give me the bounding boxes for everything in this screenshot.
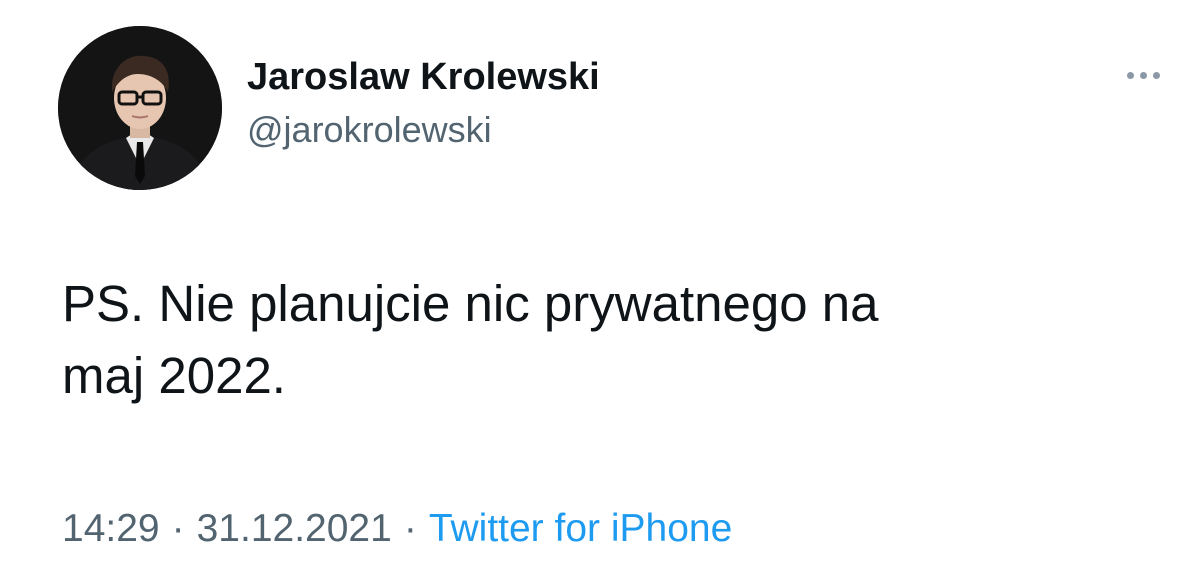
more-horizontal-icon-dot <box>1139 71 1147 79</box>
tweet: Jaroslaw Krolewski @jarokrolewski PS. Ni… <box>0 0 1200 561</box>
tweet-source-link[interactable]: Twitter for iPhone <box>429 507 732 550</box>
author-handle[interactable]: @jarokrolewski <box>247 108 600 152</box>
tweet-time[interactable]: 14:29 <box>62 507 160 550</box>
author-info: Jaroslaw Krolewski @jarokrolewski <box>247 54 600 152</box>
avatar[interactable] <box>58 26 222 190</box>
more-horizontal-icon-dot <box>1152 71 1160 79</box>
author-display-name[interactable]: Jaroslaw Krolewski <box>247 54 600 100</box>
tweet-metadata: 14:29 · 31.12.2021 · Twitter for iPhone <box>62 505 732 553</box>
avatar-photo <box>58 26 222 190</box>
meta-separator: · <box>403 507 417 550</box>
tweet-date[interactable]: 31.12.2021 <box>197 507 392 550</box>
tweet-text: PS. Nie planujcie nic prywatnego na maj … <box>62 275 879 404</box>
more-horizontal-icon <box>1126 71 1134 79</box>
more-options-button[interactable] <box>1118 60 1168 90</box>
meta-separator: · <box>171 507 185 550</box>
